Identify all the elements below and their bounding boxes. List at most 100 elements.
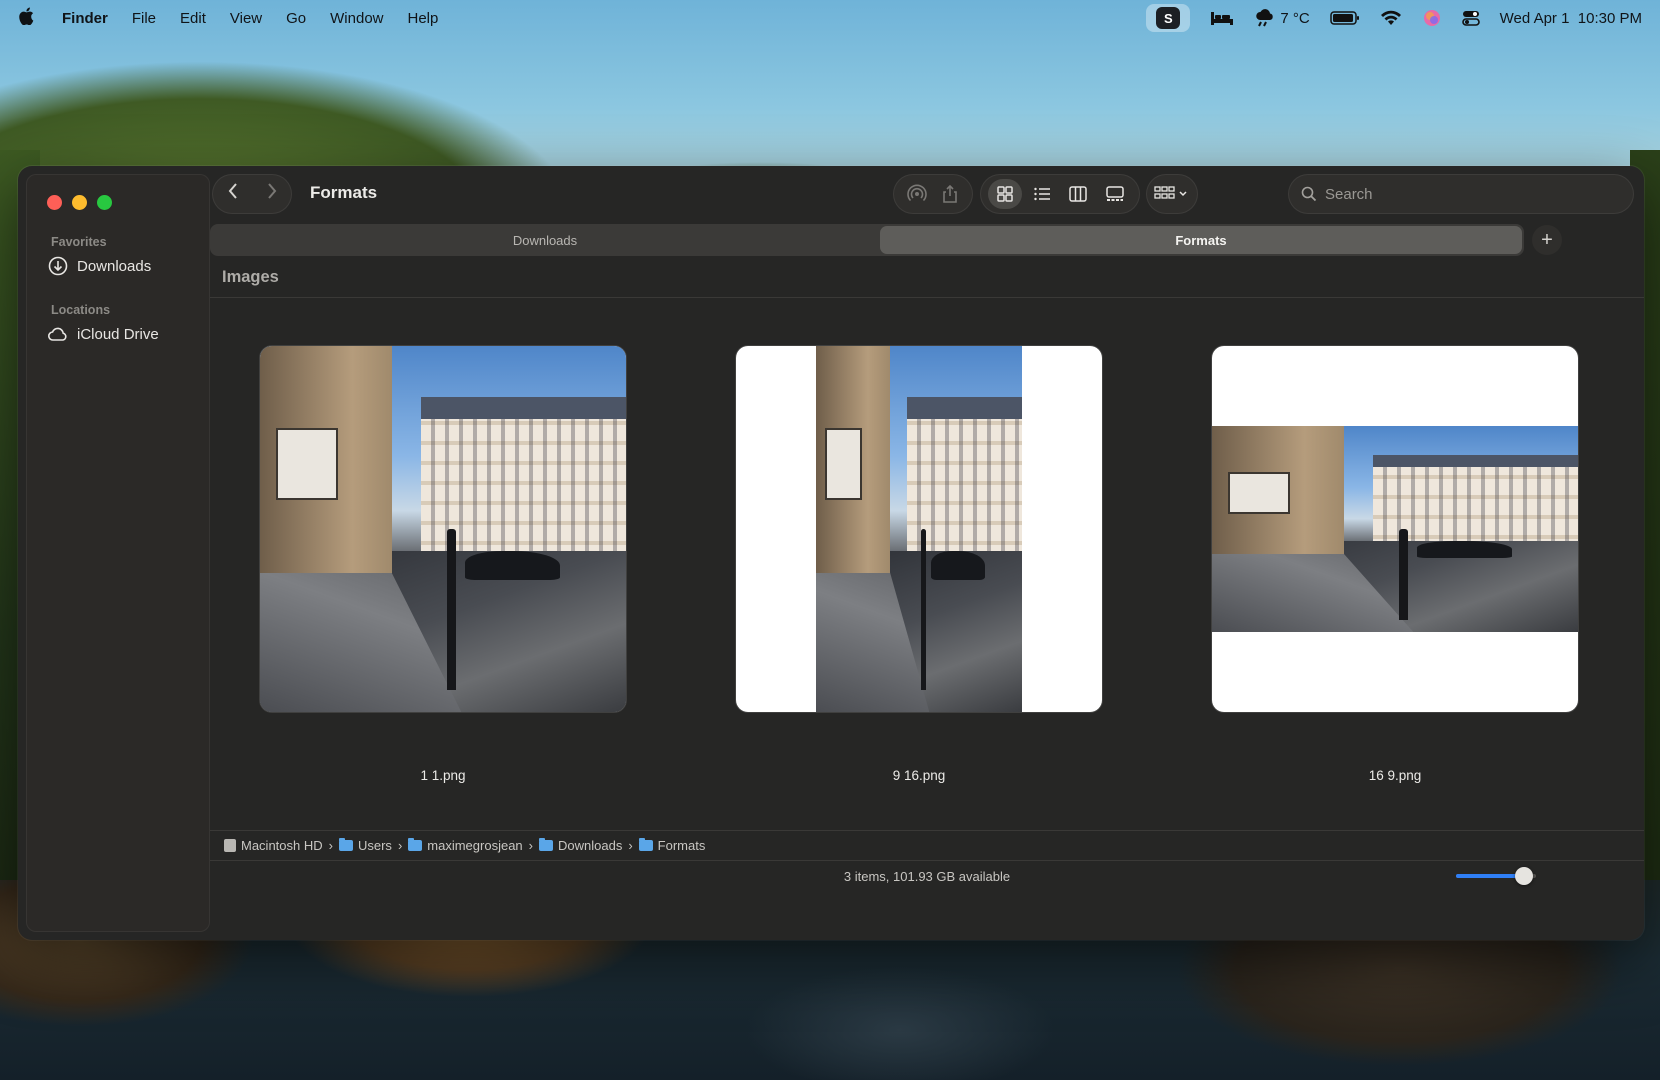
new-tab-button[interactable]: + — [1532, 225, 1562, 255]
airdrop-button[interactable] — [900, 179, 933, 209]
group-grid-chevron-icon — [1154, 186, 1187, 199]
street-photo — [260, 346, 626, 712]
clock-date: Wed Apr 1 — [1499, 9, 1570, 27]
file-item[interactable]: 9 16.png — [736, 346, 1102, 783]
toolbar: Formats — [210, 166, 1644, 222]
control-center-icon[interactable] — [1461, 7, 1480, 29]
folder-icon — [638, 838, 653, 851]
search-field[interactable] — [1288, 174, 1634, 214]
window-title: Formats — [310, 183, 378, 202]
menu-app-name[interactable]: Finder — [62, 10, 108, 27]
gallery-icon — [1106, 186, 1124, 201]
crumb-label: Macintosh HD — [241, 838, 323, 853]
slider-fill — [1456, 874, 1524, 878]
menu-window[interactable]: Window — [330, 10, 383, 27]
path-crumb-downloads[interactable]: Downloads — [539, 838, 622, 853]
wifi-icon[interactable] — [1380, 7, 1402, 29]
slider-knob[interactable] — [1515, 867, 1533, 885]
view-mode-group — [980, 174, 1140, 214]
cloud-rain-icon — [1256, 9, 1274, 27]
window-controls — [47, 195, 112, 210]
street-photo — [816, 346, 1022, 712]
tab-formats[interactable]: Formats — [880, 226, 1522, 254]
crumb-label: Downloads — [558, 838, 623, 853]
folder-icon — [539, 838, 553, 851]
path-crumb-macintosh-hd[interactable]: Macintosh HD — [224, 838, 323, 853]
path-crumb-user-home[interactable]: maximegrosjean — [408, 838, 523, 853]
crumb-label: Users — [357, 838, 392, 853]
nav-buttons — [212, 174, 292, 214]
image-thumbnail[interactable] — [736, 346, 1102, 712]
weather-temperature: 7 °C — [1280, 9, 1310, 27]
tab-bar: Downloads Formats — [210, 224, 1524, 256]
sidebar-item-downloads[interactable]: Downloads — [47, 255, 151, 277]
weather-status-item[interactable]: 7 °C — [1254, 7, 1310, 29]
zoom-button[interactable] — [97, 195, 112, 210]
menu-help[interactable]: Help — [408, 10, 439, 27]
file-name[interactable]: 1 1.png — [260, 768, 626, 783]
apple-menu-icon[interactable] — [18, 7, 44, 30]
status-bar: 3 items, 101.93 GB available — [210, 860, 1644, 892]
s-app-icon: S — [1156, 7, 1181, 29]
share-icon — [942, 184, 957, 203]
group-by-button[interactable] — [1146, 174, 1198, 214]
menu-bar: Finder File Edit View Go Window Help S 7… — [0, 0, 1660, 36]
download-circle-icon — [48, 256, 68, 276]
sidebar-section-locations: Locations — [51, 303, 111, 317]
back-button[interactable] — [218, 182, 248, 206]
menu-go[interactable]: Go — [286, 10, 306, 27]
cloud-icon — [48, 327, 67, 341]
icon-size-slider[interactable] — [1456, 867, 1536, 885]
file-item[interactable]: 1 1.png — [260, 346, 626, 783]
crumb-label: Formats — [657, 838, 706, 853]
minimize-button[interactable] — [72, 195, 87, 210]
close-button[interactable] — [47, 195, 62, 210]
grid-icon — [997, 186, 1013, 202]
sidebar-item-label: Downloads — [77, 257, 152, 275]
path-bar: Macintosh HD › Users › maximegrosjean › … — [210, 830, 1644, 860]
icon-view-button[interactable] — [988, 179, 1023, 209]
share-button[interactable] — [933, 179, 966, 209]
path-separator: › — [528, 838, 533, 853]
file-name[interactable]: 16 9.png — [1212, 768, 1578, 783]
search-input[interactable] — [1325, 185, 1605, 203]
file-name[interactable]: 9 16.png — [736, 768, 1102, 783]
crumb-label: maximegrosjean — [427, 838, 523, 853]
menu-view[interactable]: View — [230, 10, 262, 27]
search-icon — [1301, 186, 1317, 202]
path-crumb-formats[interactable]: Formats — [638, 838, 706, 853]
menubar-clock[interactable]: Wed Apr 1 10:30 PM — [1500, 10, 1642, 27]
street-photo — [1212, 426, 1578, 632]
file-item[interactable]: 16 9.png — [1212, 346, 1578, 783]
airdrop-icon — [906, 184, 927, 202]
s-app-status-item[interactable]: S — [1146, 4, 1191, 32]
menu-edit[interactable]: Edit — [180, 10, 206, 27]
forward-button[interactable] — [257, 182, 287, 206]
column-view-button[interactable] — [1061, 179, 1095, 209]
group-header: Images — [210, 258, 1644, 298]
tab-downloads[interactable]: Downloads — [212, 226, 878, 254]
path-separator: › — [328, 838, 333, 853]
image-thumbnail[interactable] — [1212, 346, 1578, 712]
path-separator: › — [628, 838, 633, 853]
folder-icon — [408, 838, 423, 851]
sidebar-section-favorites: Favorites — [51, 235, 107, 249]
sidebar: Favorites Downloads Locations iCloud Dri… — [26, 174, 210, 932]
share-group — [893, 174, 973, 214]
list-view-button[interactable] — [1025, 179, 1059, 209]
columns-icon — [1069, 186, 1087, 202]
path-crumb-users[interactable]: Users — [338, 838, 392, 853]
battery-icon[interactable] — [1329, 7, 1360, 29]
finder-window: Favorites Downloads Locations iCloud Dri… — [18, 166, 1644, 940]
gallery-view-button[interactable] — [1098, 179, 1132, 209]
chevron-left-icon — [228, 183, 237, 199]
chevron-right-icon — [267, 183, 276, 199]
bed-icon[interactable] — [1210, 7, 1234, 29]
sidebar-item-label: iCloud Drive — [77, 325, 159, 343]
menu-file[interactable]: File — [132, 10, 156, 27]
clock-time: 10:30 PM — [1577, 9, 1642, 27]
status-text: 3 items, 101.93 GB available — [843, 869, 1011, 884]
siri-icon[interactable] — [1422, 7, 1442, 29]
sidebar-item-icloud-drive[interactable]: iCloud Drive — [47, 323, 159, 345]
image-thumbnail[interactable] — [260, 346, 626, 712]
